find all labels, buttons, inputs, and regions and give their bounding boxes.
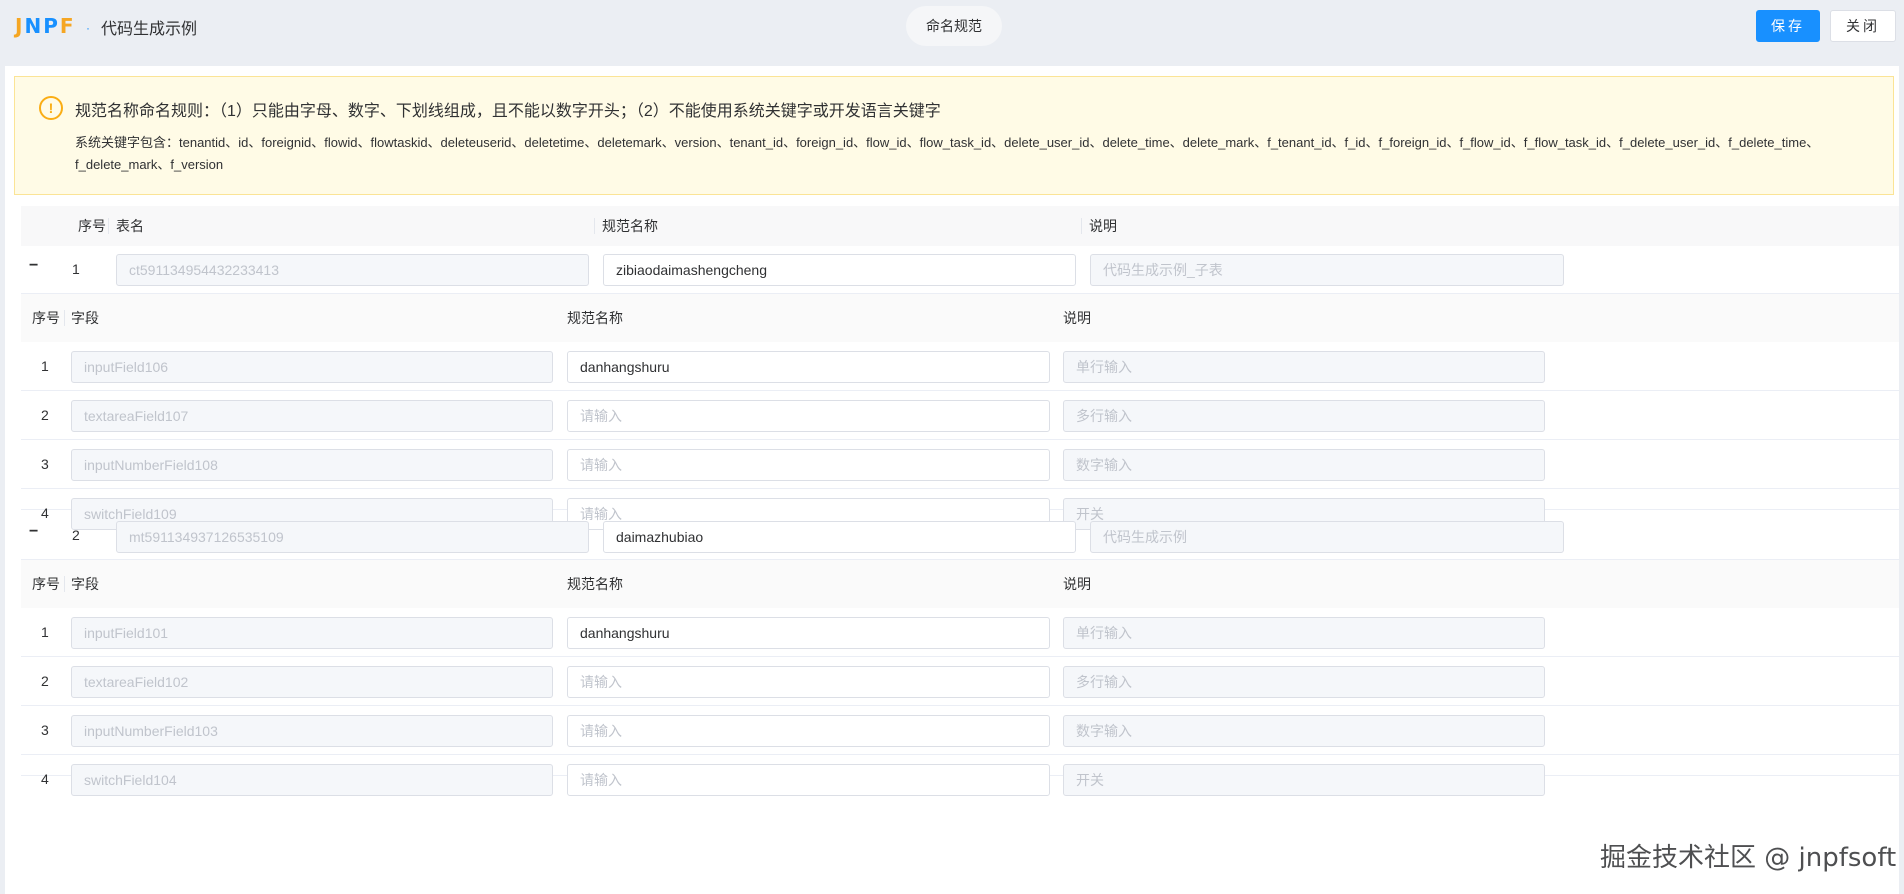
row-index: 4 bbox=[41, 771, 49, 787]
field-table: 序号 字段 规范名称 说明 1 inputField101 danhangshu… bbox=[21, 560, 1899, 796]
naming-rules-alert: ! 规范名称命名规则：（1）只能由字母、数字、下划线组成，且不能以数字开头；（2… bbox=[14, 76, 1894, 195]
description-field: 代码生成示例 bbox=[1090, 521, 1564, 553]
main-panel: ! 规范名称命名规则：（1）只能由字母、数字、下划线组成，且不能以数字开头；（2… bbox=[5, 66, 1899, 894]
tab-naming-convention[interactable]: 命名规范 bbox=[906, 6, 1002, 46]
field-table-header: 序号 字段 规范名称 说明 bbox=[21, 560, 1899, 608]
column-table-name: 表名 bbox=[116, 218, 144, 234]
alert-description: 系统关键字包含：tenantid、id、foreignid、flowid、flo… bbox=[75, 135, 1820, 172]
table-row: 4 switchField104 请输入 开关 bbox=[21, 755, 1899, 804]
description-field: 代码生成示例_子表 bbox=[1090, 254, 1564, 286]
column-normalized-name: 规范名称 bbox=[602, 218, 658, 234]
row-index: 3 bbox=[41, 722, 49, 738]
table-name-field: mt591134937126535109 bbox=[116, 521, 589, 553]
table-row: − 2 mt591134937126535109 daimazhubiao 代码… bbox=[21, 512, 1899, 560]
row-index: 1 bbox=[72, 261, 80, 277]
field-name: inputField106 bbox=[71, 351, 553, 383]
column-normalized-name: 规范名称 bbox=[567, 576, 623, 592]
field-table-header: 序号 字段 规范名称 说明 bbox=[21, 294, 1899, 342]
field-name: inputNumberField108 bbox=[71, 449, 553, 481]
table-row: 1 inputField106 danhangshuru 单行输入 bbox=[21, 342, 1899, 391]
table-row: 2 textareaField102 请输入 多行输入 bbox=[21, 657, 1899, 706]
field-name: textareaField107 bbox=[71, 400, 553, 432]
normalized-name-input[interactable]: 请输入 bbox=[567, 666, 1050, 698]
table-row: 3 inputNumberField108 请输入 数字输入 bbox=[21, 440, 1899, 489]
table-row: 2 textareaField107 请输入 多行输入 bbox=[21, 391, 1899, 440]
alert-title: 规范名称命名规则：（1）只能由字母、数字、下划线组成，且不能以数字开头；（2）不… bbox=[75, 103, 941, 120]
table-row: 3 inputNumberField103 请输入 数字输入 bbox=[21, 706, 1899, 755]
row-index: 1 bbox=[41, 358, 49, 374]
normalized-name-input[interactable]: zibiaodaimashengcheng bbox=[603, 254, 1076, 286]
description-field: 单行输入 bbox=[1063, 617, 1545, 649]
jnpf-logo: JNPF bbox=[15, 14, 76, 38]
column-index: 序号 bbox=[32, 310, 60, 326]
description-field: 多行输入 bbox=[1063, 400, 1545, 432]
field-name: inputField101 bbox=[71, 617, 553, 649]
normalized-name-input[interactable]: 请输入 bbox=[567, 400, 1050, 432]
normalized-name-input[interactable]: daimazhubiao bbox=[603, 521, 1076, 553]
field-name: switchField104 bbox=[71, 764, 553, 796]
row-index: 3 bbox=[41, 456, 49, 472]
row-index: 1 bbox=[41, 624, 49, 640]
row-index: 2 bbox=[41, 673, 49, 689]
watermark: 掘金技术社区 @ jnpfsoft bbox=[1600, 843, 1897, 873]
column-normalized-name: 规范名称 bbox=[567, 310, 623, 326]
column-description: 说明 bbox=[1063, 310, 1091, 326]
close-button[interactable]: 关闭 bbox=[1830, 10, 1896, 42]
collapse-icon[interactable]: − bbox=[29, 257, 38, 275]
column-description: 说明 bbox=[1089, 218, 1117, 234]
column-index: 序号 bbox=[32, 576, 60, 592]
description-field: 多行输入 bbox=[1063, 666, 1545, 698]
field-name: inputNumberField103 bbox=[71, 715, 553, 747]
page-title: 代码生成示例 bbox=[101, 21, 198, 38]
description-field: 单行输入 bbox=[1063, 351, 1545, 383]
normalized-name-input[interactable]: danhangshuru bbox=[567, 351, 1050, 383]
normalized-name-input[interactable]: 请输入 bbox=[567, 449, 1050, 481]
save-button[interactable]: 保存 bbox=[1756, 10, 1820, 42]
collapse-icon[interactable]: − bbox=[29, 523, 38, 541]
row-index: 2 bbox=[41, 407, 49, 423]
description-field: 数字输入 bbox=[1063, 715, 1545, 747]
column-field: 字段 bbox=[71, 310, 99, 326]
description-field: 开关 bbox=[1063, 764, 1545, 796]
table-name-field: ct591134954432233413 bbox=[116, 254, 589, 286]
top-bar: JNPF · 代码生成示例 命名规范 保存 关闭 bbox=[0, 0, 1904, 64]
table-row: − 1 ct591134954432233413 zibiaodaimashen… bbox=[21, 246, 1899, 294]
normalized-name-input[interactable]: danhangshuru bbox=[567, 617, 1050, 649]
column-field: 字段 bbox=[71, 576, 99, 592]
field-name: textareaField102 bbox=[71, 666, 553, 698]
warning-circle-icon: ! bbox=[39, 96, 63, 120]
normalized-name-input[interactable]: 请输入 bbox=[567, 764, 1050, 796]
normalized-name-input[interactable]: 请输入 bbox=[567, 715, 1050, 747]
title-separator: · bbox=[86, 21, 90, 35]
column-index: 序号 bbox=[78, 218, 106, 234]
table-row: 1 inputField101 danhangshuru 单行输入 bbox=[21, 608, 1899, 657]
column-description: 说明 bbox=[1063, 576, 1091, 592]
description-field: 数字输入 bbox=[1063, 449, 1545, 481]
row-index: 2 bbox=[72, 527, 80, 543]
field-table: 序号 字段 规范名称 说明 1 inputField106 danhangshu… bbox=[21, 294, 1899, 530]
outer-table-header: 序号 表名 规范名称 说明 bbox=[21, 206, 1899, 246]
